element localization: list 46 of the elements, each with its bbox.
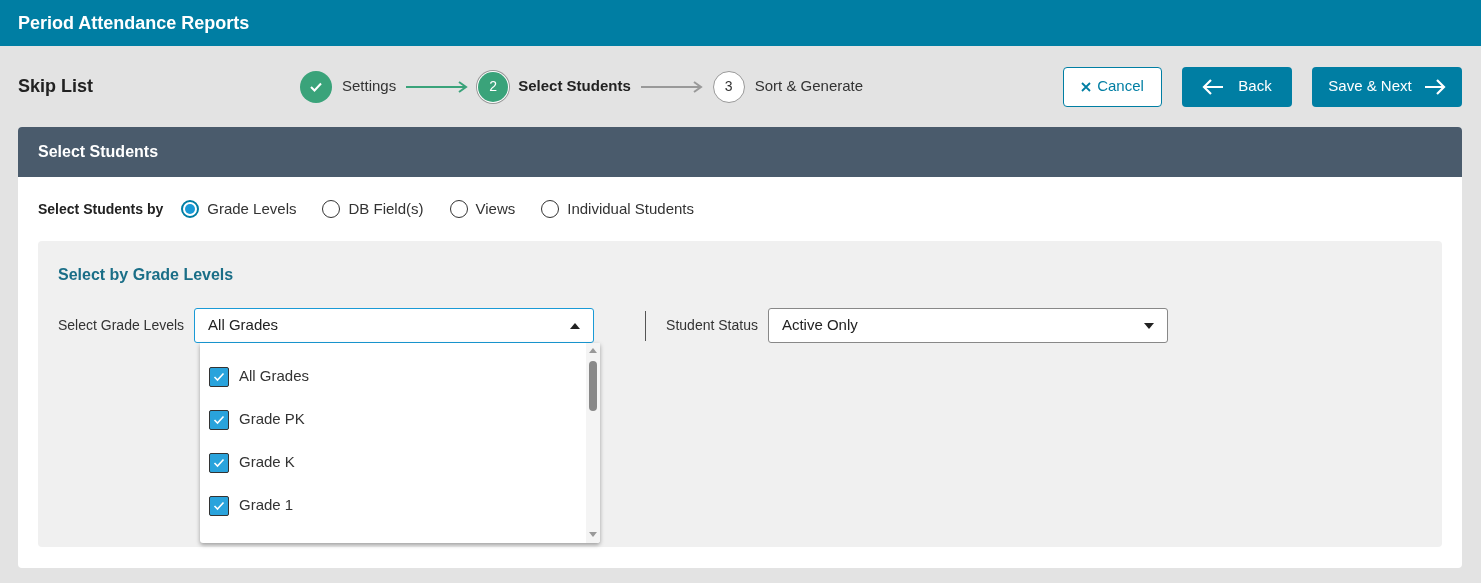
arrow-icon	[640, 80, 703, 93]
panel-title: Select Students	[38, 142, 159, 162]
check-icon	[213, 457, 225, 468]
radio-button[interactable]	[541, 200, 560, 218]
step-number: 3	[712, 70, 745, 103]
radio-button[interactable]	[322, 200, 341, 218]
cancel-button[interactable]: Cancel	[1063, 66, 1162, 107]
section-title: Select by Grade Levels	[58, 265, 235, 285]
arrow-left-icon	[1202, 78, 1225, 95]
radio-button[interactable]	[181, 200, 200, 218]
step-label: Sort & Generate	[754, 76, 864, 97]
grade-option[interactable]: Grade PK	[200, 398, 586, 441]
radio-option[interactable]: DB Field(s)	[322, 197, 424, 221]
grade-option[interactable]: Grade K	[200, 441, 586, 484]
back-button[interactable]: Back	[1182, 66, 1292, 107]
caret-down-icon	[1143, 322, 1154, 329]
check-icon	[213, 371, 225, 382]
checkbox[interactable]	[209, 452, 229, 473]
step-label: Settings	[342, 76, 397, 97]
check-icon	[309, 80, 323, 93]
radio-option[interactable]: Individual Students	[541, 197, 694, 221]
grade-dropdown[interactable]: All Grades	[194, 308, 595, 343]
save-next-button[interactable]: Save & Next	[1312, 66, 1462, 107]
check-icon	[213, 414, 225, 425]
app-title: Period Attendance Reports	[18, 11, 250, 35]
field-label: Select Grade Levels	[58, 316, 185, 335]
checkbox[interactable]	[209, 495, 229, 516]
grade-option[interactable]: All Grades	[200, 355, 586, 398]
caret-up-icon	[570, 322, 581, 329]
arrow-right-icon	[1423, 78, 1446, 95]
step-number: 2	[478, 71, 509, 102]
scrollbar[interactable]	[586, 343, 600, 543]
page-title: Skip List	[18, 75, 94, 98]
checkbox[interactable]	[209, 366, 229, 387]
radio-option[interactable]: Views	[449, 197, 516, 221]
field-label: Student Status	[666, 316, 758, 335]
check-icon	[213, 500, 225, 511]
arrow-icon	[406, 80, 469, 93]
radio-button[interactable]	[449, 200, 468, 218]
step-label: Select Students	[518, 76, 631, 97]
status-dropdown[interactable]: Active Only	[767, 308, 1168, 343]
grade-option[interactable]: Grade 1	[200, 484, 586, 527]
close-icon	[1081, 81, 1092, 92]
field-label: Select Students by	[38, 199, 164, 219]
checkbox[interactable]	[209, 409, 229, 430]
radio-option[interactable]: Grade Levels	[181, 197, 297, 221]
